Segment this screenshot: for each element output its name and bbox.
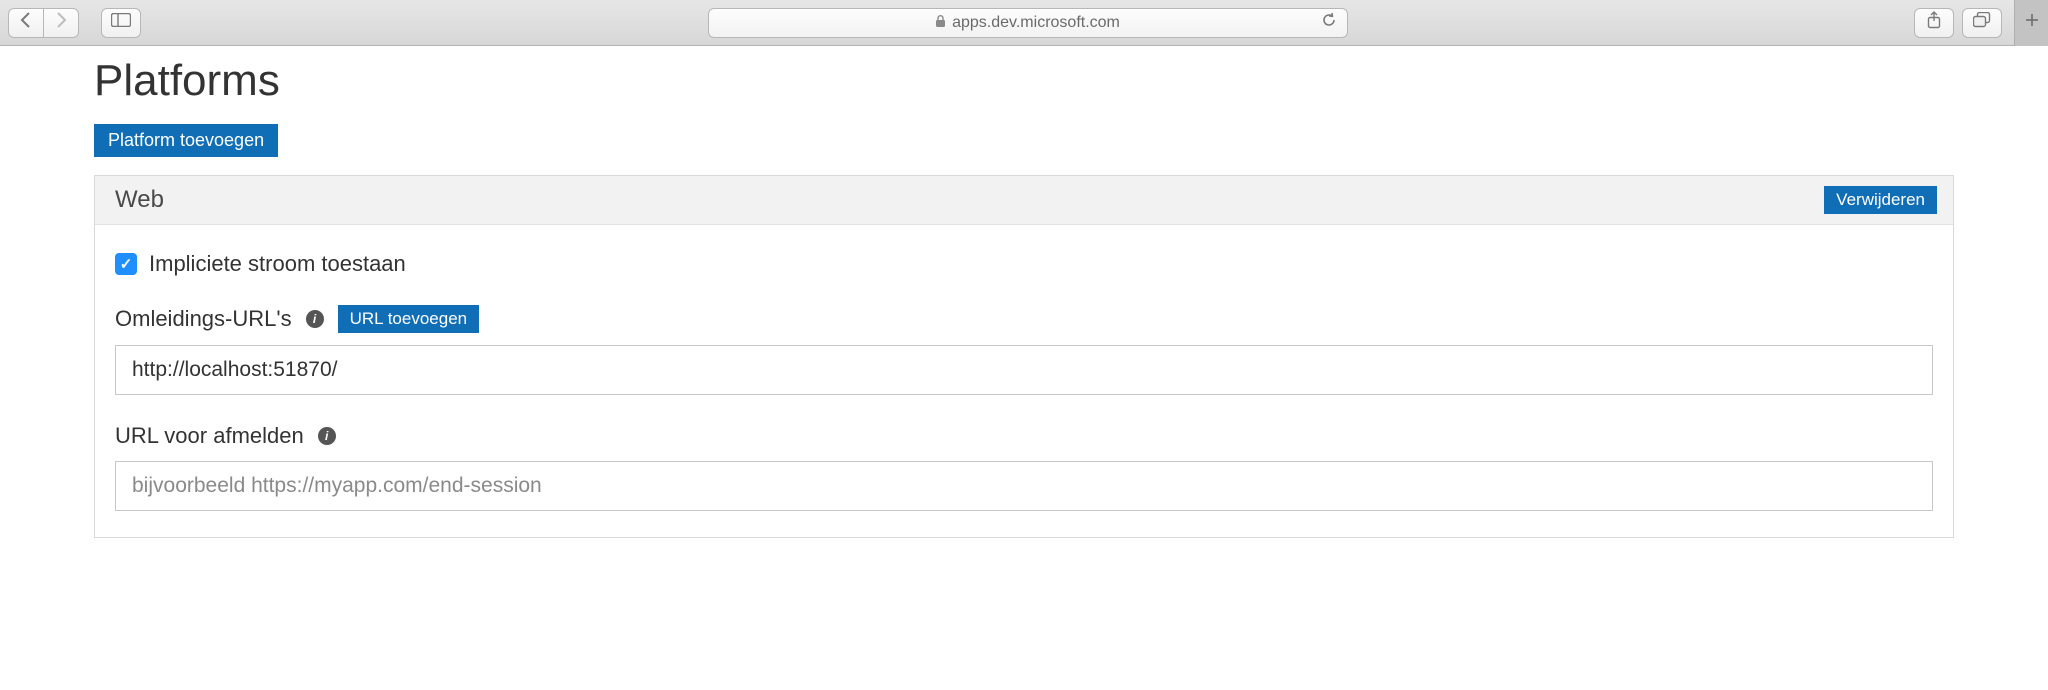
- logout-url-input[interactable]: [115, 461, 1933, 511]
- add-url-button[interactable]: URL toevoegen: [338, 305, 480, 333]
- redirect-urls-label-row: Omleidings-URL's i URL toevoegen: [115, 305, 1933, 333]
- redirect-url-input[interactable]: [115, 345, 1933, 395]
- implicit-flow-checkbox[interactable]: ✓: [115, 253, 137, 275]
- chevron-right-icon: [55, 12, 67, 33]
- card-title: Web: [115, 186, 164, 214]
- addressbar-text: apps.dev.microsoft.com: [952, 14, 1120, 32]
- share-button[interactable]: [1914, 8, 1954, 38]
- card-body: ✓ Impliciete stroom toestaan Omleidings-…: [95, 225, 1953, 537]
- implicit-flow-label: Impliciete stroom toestaan: [149, 251, 406, 277]
- delete-platform-button[interactable]: Verwijderen: [1824, 186, 1937, 214]
- info-icon[interactable]: i: [306, 310, 324, 328]
- logout-url-label: URL voor afmelden: [115, 423, 304, 449]
- add-platform-button[interactable]: Platform toevoegen: [94, 124, 278, 157]
- page-title: Platforms: [94, 56, 1954, 106]
- reload-icon: [1321, 12, 1337, 28]
- addressbar[interactable]: apps.dev.microsoft.com: [708, 8, 1348, 38]
- reload-button[interactable]: [1321, 12, 1337, 33]
- browser-toolbar: apps.dev.microsoft.com: [0, 0, 2048, 46]
- nav-buttons: [8, 8, 79, 38]
- check-icon: ✓: [120, 255, 133, 273]
- tabs-icon: [1973, 12, 1991, 33]
- new-tab-button[interactable]: [2014, 0, 2048, 46]
- chevron-left-icon: [20, 12, 32, 33]
- logout-url-label-row: URL voor afmelden i: [115, 423, 1933, 449]
- toolbar-right: [1914, 8, 2002, 38]
- lock-icon: [935, 15, 946, 31]
- sidebar-icon: [111, 13, 131, 32]
- sidebar-toggle-button[interactable]: [101, 8, 141, 38]
- forward-button[interactable]: [43, 8, 79, 38]
- redirect-urls-label: Omleidings-URL's: [115, 306, 292, 332]
- back-button[interactable]: [8, 8, 44, 38]
- info-icon[interactable]: i: [318, 427, 336, 445]
- platform-card-web: Web Verwijderen ✓ Impliciete stroom toes…: [94, 175, 1954, 538]
- addressbar-container: apps.dev.microsoft.com: [149, 8, 1906, 38]
- page-content: Platforms Platform toevoegen Web Verwijd…: [0, 46, 2048, 558]
- implicit-flow-row: ✓ Impliciete stroom toestaan: [115, 251, 1933, 277]
- share-icon: [1926, 11, 1942, 34]
- card-header: Web Verwijderen: [95, 176, 1953, 225]
- tabs-button[interactable]: [1962, 8, 2002, 38]
- plus-icon: [2025, 13, 2039, 32]
